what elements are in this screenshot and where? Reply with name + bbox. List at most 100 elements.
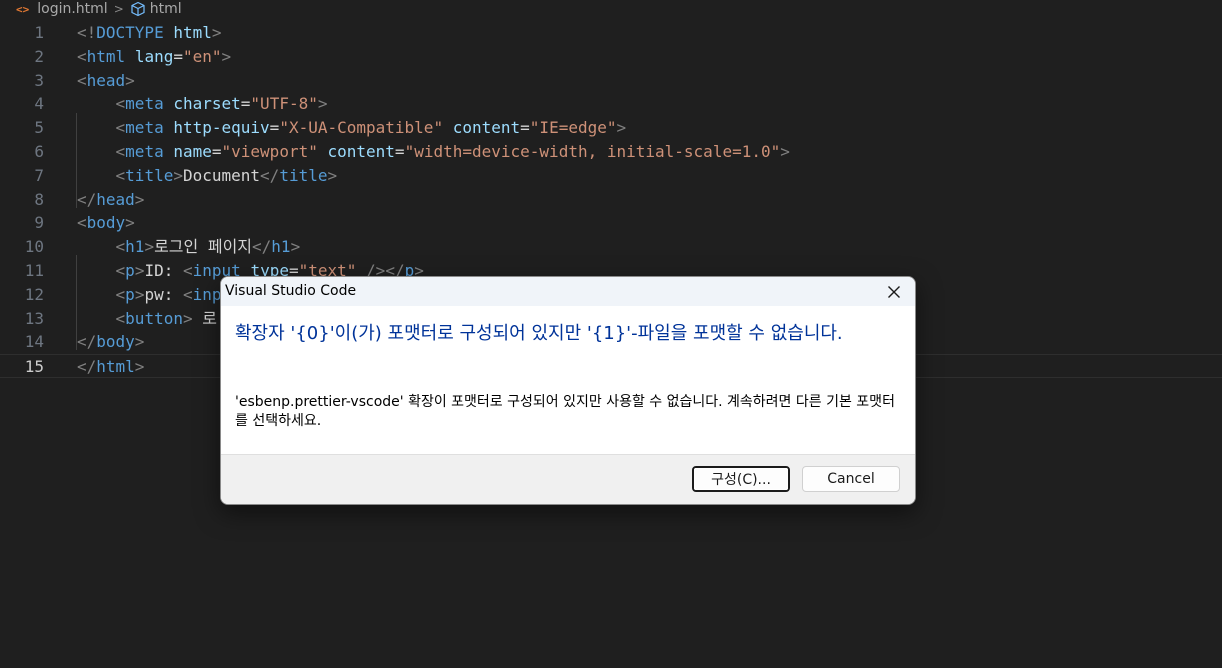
line-number: 14 xyxy=(24,332,44,352)
code-token: = xyxy=(520,118,530,138)
code-token: content xyxy=(452,118,521,138)
cancel-button[interactable]: Cancel xyxy=(802,466,900,492)
code-token: "en" xyxy=(182,46,222,66)
code-token: charset xyxy=(173,94,241,114)
line-number: 8 xyxy=(34,189,44,209)
code-token: title xyxy=(279,165,328,185)
code-token: DOCTYPE xyxy=(96,23,164,42)
line-number: 13 xyxy=(24,308,44,328)
code-text: <button> 로 xyxy=(77,307,217,331)
code-token: < xyxy=(77,213,87,233)
code-token: </ xyxy=(252,237,272,257)
code-token: h1 xyxy=(271,237,291,257)
code-token: "width=device-width, initial-scale=1.0" xyxy=(404,141,781,161)
code-token: = xyxy=(240,94,251,114)
code-token: > xyxy=(134,189,145,209)
code-text: <meta http-equiv="X-UA-Compatible" conte… xyxy=(77,116,627,140)
breadcrumb-symbol[interactable]: html xyxy=(150,1,182,17)
code-token: < xyxy=(77,70,87,90)
code-token: < xyxy=(115,237,126,257)
code-token: body xyxy=(86,213,126,233)
code-token: < xyxy=(182,260,193,280)
code-token: > xyxy=(173,165,183,185)
code-token: = xyxy=(269,118,280,138)
code-token: > xyxy=(290,237,301,257)
line-number: 5 xyxy=(34,118,44,138)
code-token: </ xyxy=(77,332,97,352)
code-text: <h1>로그인 페이지</h1> xyxy=(77,235,301,259)
code-text: </head> xyxy=(77,188,144,212)
code-token: "viewport" xyxy=(221,141,318,161)
configure-button[interactable]: 구성(C)... xyxy=(692,466,790,492)
dialog-title: Visual Studio Code xyxy=(225,283,357,299)
breadcrumb-file[interactable]: login.html xyxy=(37,1,107,17)
code-token: > xyxy=(125,70,135,90)
code-token: "IE=edge" xyxy=(529,118,617,138)
code-token: meta xyxy=(125,94,164,114)
code-text: <head> xyxy=(77,69,135,93)
code-token: 로그인 페이지 xyxy=(154,237,253,257)
dialog-message: 확장자 '{0}'이(가) 포맷터로 구성되어 있지만 '{1}'-파일을 포맷… xyxy=(235,323,843,344)
code-token: meta xyxy=(125,118,164,138)
code-token: > xyxy=(616,118,627,138)
code-token: ID: xyxy=(144,260,183,280)
code-line[interactable]: 5 <meta http-equiv="X-UA-Compatible" con… xyxy=(0,116,1222,140)
dialog-detail: 'esbenp.prettier-vscode' 확장이 포맷터로 구성되어 있… xyxy=(235,394,895,429)
code-token: h1 xyxy=(125,237,145,257)
code-token: < xyxy=(182,284,193,304)
code-token: < xyxy=(115,165,126,185)
code-line[interactable]: 10 <h1>로그인 페이지</h1> xyxy=(0,235,1222,259)
code-token: < xyxy=(77,46,87,66)
code-token: = xyxy=(394,141,405,161)
code-token: html xyxy=(173,23,212,42)
code-text: <p>pw: <inp xyxy=(77,283,222,307)
code-token: > xyxy=(780,141,790,161)
code-line[interactable]: 7 <title>Document</title> xyxy=(0,164,1222,188)
code-token: < xyxy=(115,118,126,138)
code-line[interactable]: 4 <meta charset="UTF-8"> xyxy=(0,92,1222,116)
code-token: html xyxy=(86,46,126,66)
code-token: > xyxy=(125,213,135,233)
code-token: > xyxy=(327,165,338,185)
html-file-icon: <> xyxy=(16,2,30,16)
code-text: </html> xyxy=(77,355,144,379)
code-line[interactable]: 9 <body> xyxy=(0,211,1222,235)
code-token: </ xyxy=(260,165,280,185)
breadcrumb: <> login.html > html xyxy=(0,0,182,18)
code-token: < xyxy=(115,141,126,161)
code-line[interactable]: 6 <meta name="viewport" content="width=d… xyxy=(0,140,1222,164)
code-token: inp xyxy=(192,284,222,304)
code-token: > xyxy=(317,94,328,114)
code-line[interactable]: 1 <!DOCTYPE html> xyxy=(0,21,1222,45)
line-number: 3 xyxy=(34,70,44,90)
code-token: = xyxy=(211,141,222,161)
line-number: 11 xyxy=(24,260,44,280)
code-text: <!DOCTYPE html> xyxy=(77,21,222,45)
code-token: http-equiv xyxy=(173,118,270,138)
code-line[interactable]: 2 <html lang="en"> xyxy=(0,45,1222,69)
code-token: < xyxy=(115,308,126,328)
code-token: content xyxy=(327,141,395,161)
close-button[interactable] xyxy=(881,279,907,305)
dialog-footer: 구성(C)... Cancel xyxy=(221,454,915,504)
formatter-error-dialog: Visual Studio Code 확장자 '{0}'이(가) 포맷터로 구성… xyxy=(220,276,916,505)
code-token: p xyxy=(125,260,135,280)
code-token: name xyxy=(173,141,212,161)
code-token: "UTF-8" xyxy=(250,94,318,114)
code-line[interactable]: 8 </head> xyxy=(0,188,1222,212)
code-token: > xyxy=(134,260,145,280)
code-token: < xyxy=(115,284,126,304)
code-line[interactable]: 3 <head> xyxy=(0,69,1222,93)
code-token: p xyxy=(125,284,135,304)
code-token: head xyxy=(96,189,135,209)
code-token: meta xyxy=(125,141,164,161)
code-token: html xyxy=(96,357,135,377)
code-token: head xyxy=(86,70,126,90)
